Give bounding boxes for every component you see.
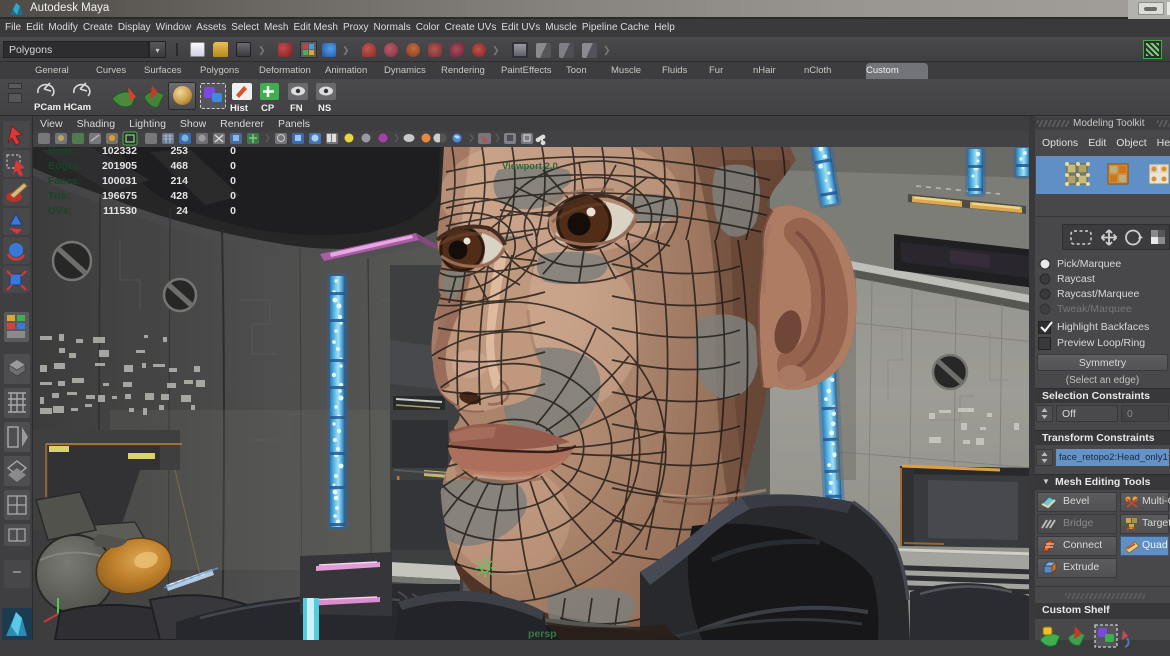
svg-text:Edges:: Edges: [48,160,83,172]
svg-text:0: 0 [230,175,236,187]
svg-text:Faces:: Faces: [48,175,81,187]
svg-text:428: 428 [170,190,188,202]
svg-text:0: 0 [230,205,236,217]
svg-text:0: 0 [230,160,236,172]
svg-text:100031: 100031 [102,175,137,187]
svg-text:253: 253 [170,147,188,157]
svg-text:Viewport 2.0: Viewport 2.0 [502,161,558,172]
svg-text:214: 214 [170,175,188,187]
svg-text:NS: NS [318,103,331,114]
svg-text:UVs:: UVs: [48,205,72,217]
svg-text:Hist: Hist [230,103,249,114]
svg-text:0: 0 [230,190,236,202]
svg-text:24: 24 [176,205,188,217]
svg-text:102332: 102332 [102,147,137,157]
svg-text:Tris:: Tris: [48,190,70,202]
svg-text:201905: 201905 [102,160,137,172]
svg-text:persp: persp [528,628,557,640]
svg-text:196675: 196675 [102,190,137,202]
svg-text:CP: CP [261,103,275,114]
svg-text:Verts:: Verts: [48,147,77,157]
svg-text:0: 0 [230,147,236,157]
svg-text:PCam HCam: PCam HCam [34,102,91,113]
svg-text:468: 468 [170,160,188,172]
svg-text:FN: FN [290,103,303,114]
svg-text:111530: 111530 [103,205,137,217]
